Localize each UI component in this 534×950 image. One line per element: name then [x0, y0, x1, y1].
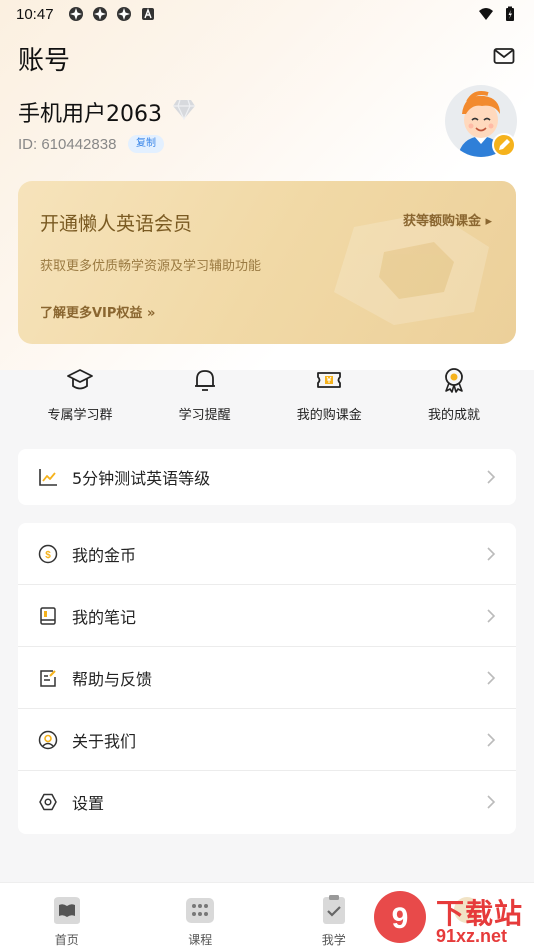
chevron-right-icon: [487, 795, 496, 809]
medal-icon: [445, 368, 463, 393]
app-notification-icon: [68, 7, 83, 21]
mail-icon[interactable]: [492, 44, 516, 68]
copy-id-button[interactable]: 复制: [128, 135, 164, 153]
vip-title: 开通懒人英语会员: [40, 213, 193, 235]
feedback-icon: [40, 669, 56, 687]
page-title: 账号: [18, 46, 71, 76]
notification-icons: [68, 6, 156, 22]
chevron-right-icon: [487, 670, 496, 685]
settings-menu: $ 我的金币 我的笔记 帮助与反馈 关于我们 设置: [18, 523, 516, 834]
tab-courses[interactable]: 课程: [134, 883, 268, 950]
quick-action-label: 我的成就: [427, 408, 480, 423]
about-icon: [38, 730, 58, 749]
menu-label: 帮助与反馈: [72, 669, 153, 689]
battery-icon: [506, 6, 514, 21]
tab-home[interactable]: 首页: [0, 883, 134, 950]
chevron-right-icon: [487, 732, 496, 747]
svg-text:9: 9: [392, 902, 409, 935]
svg-text:$: $: [45, 550, 51, 561]
notebook-icon: [40, 606, 56, 625]
status-bar: 10:47: [0, 0, 534, 28]
clipboard-check-icon: [322, 895, 345, 924]
quick-action-label: 我的购课金: [296, 408, 362, 423]
chevron-right-icon: [487, 608, 496, 623]
user-id: ID: 610442838: [18, 136, 117, 153]
watermark-url: 91xz.net: [436, 926, 508, 946]
menu-label: 设置: [72, 794, 105, 813]
settings-icon: [39, 793, 57, 811]
system-icons: [478, 6, 518, 22]
courses-grid-icon: [186, 898, 215, 923]
menu-item-feedback[interactable]: 帮助与反馈: [18, 647, 516, 709]
avatar[interactable]: [444, 84, 518, 158]
vip-credit-link[interactable]: 获等额购课金 ▸: [403, 210, 492, 229]
bell-icon: [194, 370, 215, 391]
menu-item-coins[interactable]: $ 我的金币: [18, 523, 516, 585]
test-label: 5分钟测试英语等级: [72, 469, 211, 488]
app-notification-icon: [116, 7, 131, 21]
chevron-right-icon: [487, 470, 496, 484]
menu-label: 我的笔记: [72, 607, 137, 627]
quick-actions: 专属学习群 学习提醒 我的购课金 我的成就: [18, 366, 516, 436]
chevron-right-icon: [487, 546, 496, 561]
menu-item-about[interactable]: 关于我们: [18, 709, 516, 771]
vip-subtitle: 获取更多优质畅学资源及学习辅助功能: [40, 259, 262, 274]
graduation-cap-icon: [67, 369, 93, 390]
quick-action-study-group[interactable]: 专属学习群: [18, 366, 142, 436]
quick-action-reminder[interactable]: 学习提醒: [143, 366, 267, 436]
menu-item-notes[interactable]: 我的笔记: [18, 585, 516, 647]
username[interactable]: 手机用户2063: [18, 96, 162, 128]
menu-label: 关于我们: [72, 731, 137, 751]
english-level-test-row[interactable]: 5分钟测试英语等级: [18, 449, 516, 505]
app-notification-icon: [92, 7, 107, 21]
vip-benefits-link[interactable]: 了解更多VIP权益 »: [40, 302, 155, 321]
quick-action-label: 学习提醒: [178, 408, 231, 423]
tab-label: 课程: [188, 933, 213, 947]
wifi-icon: [479, 8, 493, 20]
home-book-icon: [53, 897, 80, 924]
menu-item-settings[interactable]: 设置: [18, 771, 516, 833]
status-time: 10:47: [16, 5, 54, 23]
ticket-icon: [317, 372, 342, 388]
vip-banner[interactable]: 开通懒人英语会员 获取更多优质畅学资源及学习辅助功能 了解更多VIP权益 » 获…: [18, 181, 516, 344]
tab-label: 我学: [321, 933, 346, 947]
menu-label: 我的金币: [72, 545, 137, 565]
quick-action-course-credit[interactable]: 我的购课金: [267, 366, 391, 436]
tab-label: 首页: [54, 933, 79, 947]
quick-action-label: 专属学习群: [47, 408, 113, 423]
quick-action-achievements[interactable]: 我的成就: [392, 366, 516, 436]
coin-icon: $: [38, 544, 58, 563]
line-chart-icon: [39, 469, 57, 486]
a-badge-icon: [141, 8, 154, 20]
diamond-vip-icon[interactable]: [172, 98, 196, 120]
